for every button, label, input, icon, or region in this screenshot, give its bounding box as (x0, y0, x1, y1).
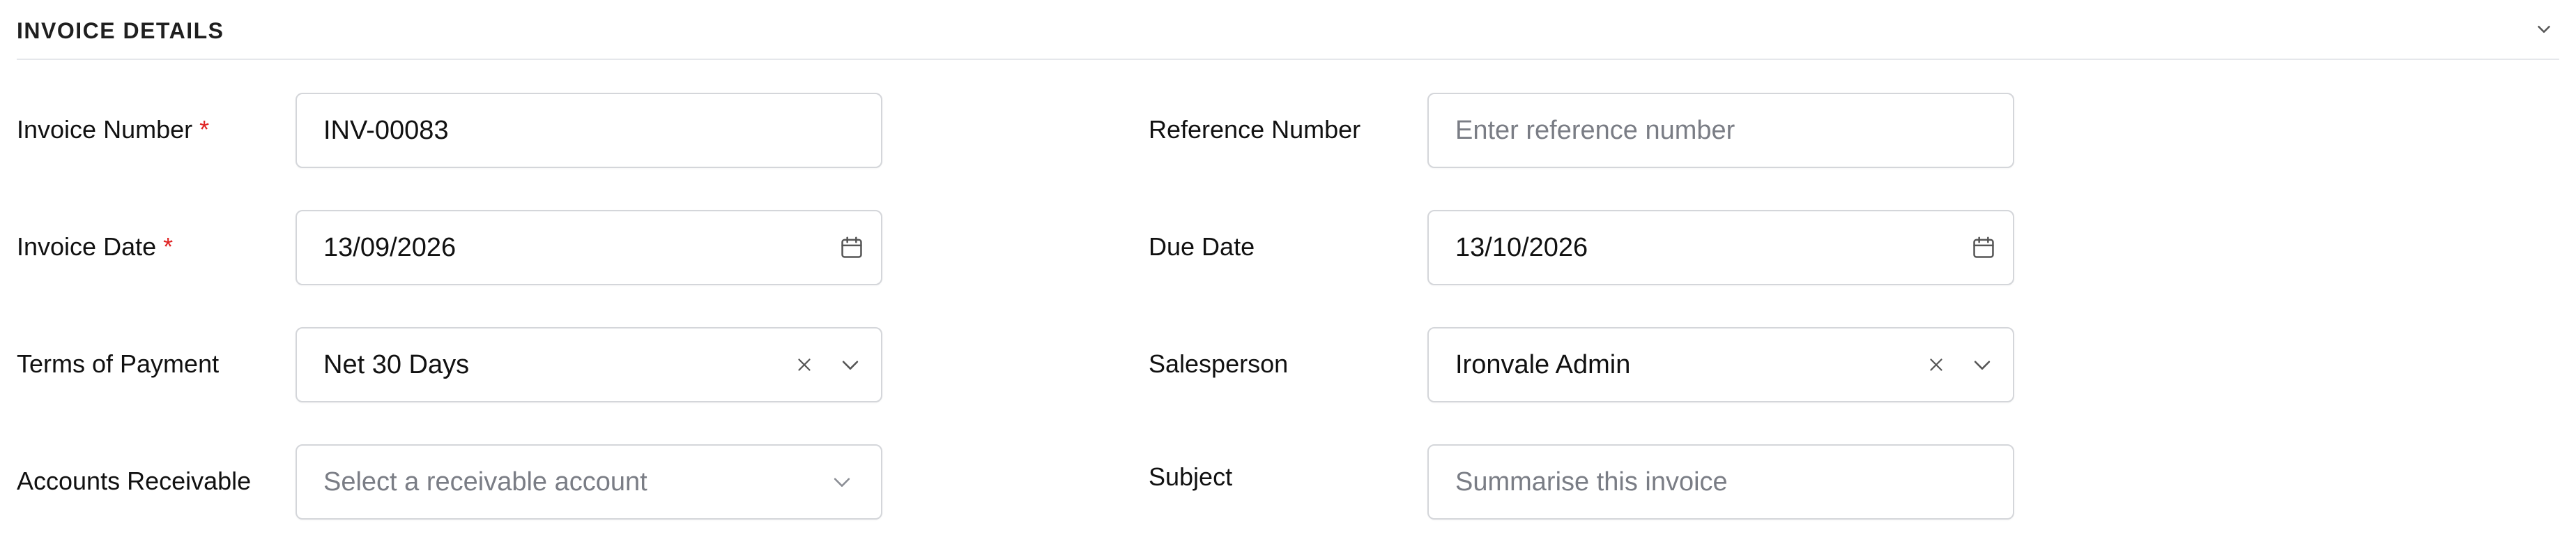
terms-of-payment-label: Terms of Payment (17, 349, 220, 378)
collapse-toggle-button[interactable] (2529, 15, 2559, 46)
subject-input[interactable] (1429, 446, 2013, 518)
accounts-receivable-label: Accounts Receivable (17, 467, 252, 495)
chevron-down-icon[interactable] (1968, 351, 1996, 379)
chevron-down-icon[interactable] (828, 468, 856, 496)
invoice-details-section: INVOICE DETAILS Invoice Number* Referenc… (0, 0, 2576, 544)
terms-of-payment-select[interactable]: Net 30 Days (296, 327, 882, 402)
invoice-date-label: Invoice Date * (17, 232, 173, 262)
salesperson-label: Salesperson (1149, 349, 1289, 378)
accounts-receivable-select[interactable]: Select a receivable account (296, 444, 882, 520)
due-date-picker[interactable]: 13/10/2026 (1427, 210, 2014, 285)
salesperson-select[interactable]: Ironvale Admin (1427, 327, 2014, 402)
invoice-number-label-text: Invoice Number (17, 115, 193, 144)
due-date-label: Due Date (1149, 232, 1255, 261)
invoice-number-label: Invoice Number * (17, 114, 209, 145)
accounts-receivable-placeholder: Select a receivable account (323, 467, 647, 497)
invoice-date-picker[interactable]: 13/09/2026 (296, 210, 882, 285)
section-title: INVOICE DETAILS (17, 18, 224, 43)
calendar-icon[interactable] (1970, 234, 1998, 262)
reference-number-label: Reference Number (1149, 115, 1361, 144)
required-marker: * (199, 115, 210, 144)
subject-input-box[interactable] (1427, 444, 2014, 520)
reference-number-input[interactable] (1429, 94, 2013, 167)
chevron-down-icon (2533, 19, 2554, 43)
required-marker: * (163, 232, 174, 261)
subject-label: Subject (1149, 462, 1233, 491)
invoice-date-label-text: Invoice Date (17, 232, 157, 261)
calendar-icon[interactable] (838, 234, 866, 262)
salesperson-value: Ironvale Admin (1455, 349, 1631, 379)
invoice-date-value: 13/09/2026 (323, 232, 457, 262)
section-header: INVOICE DETAILS (17, 0, 2559, 60)
close-icon[interactable] (1922, 351, 1950, 379)
chevron-down-icon[interactable] (836, 351, 864, 379)
close-icon[interactable] (790, 351, 818, 379)
terms-of-payment-value: Net 30 Days (323, 349, 470, 379)
reference-number-input-box[interactable] (1427, 93, 2014, 168)
invoice-number-input-box[interactable] (296, 93, 882, 168)
invoice-number-input[interactable] (297, 94, 881, 167)
due-date-value: 13/10/2026 (1455, 232, 1588, 262)
